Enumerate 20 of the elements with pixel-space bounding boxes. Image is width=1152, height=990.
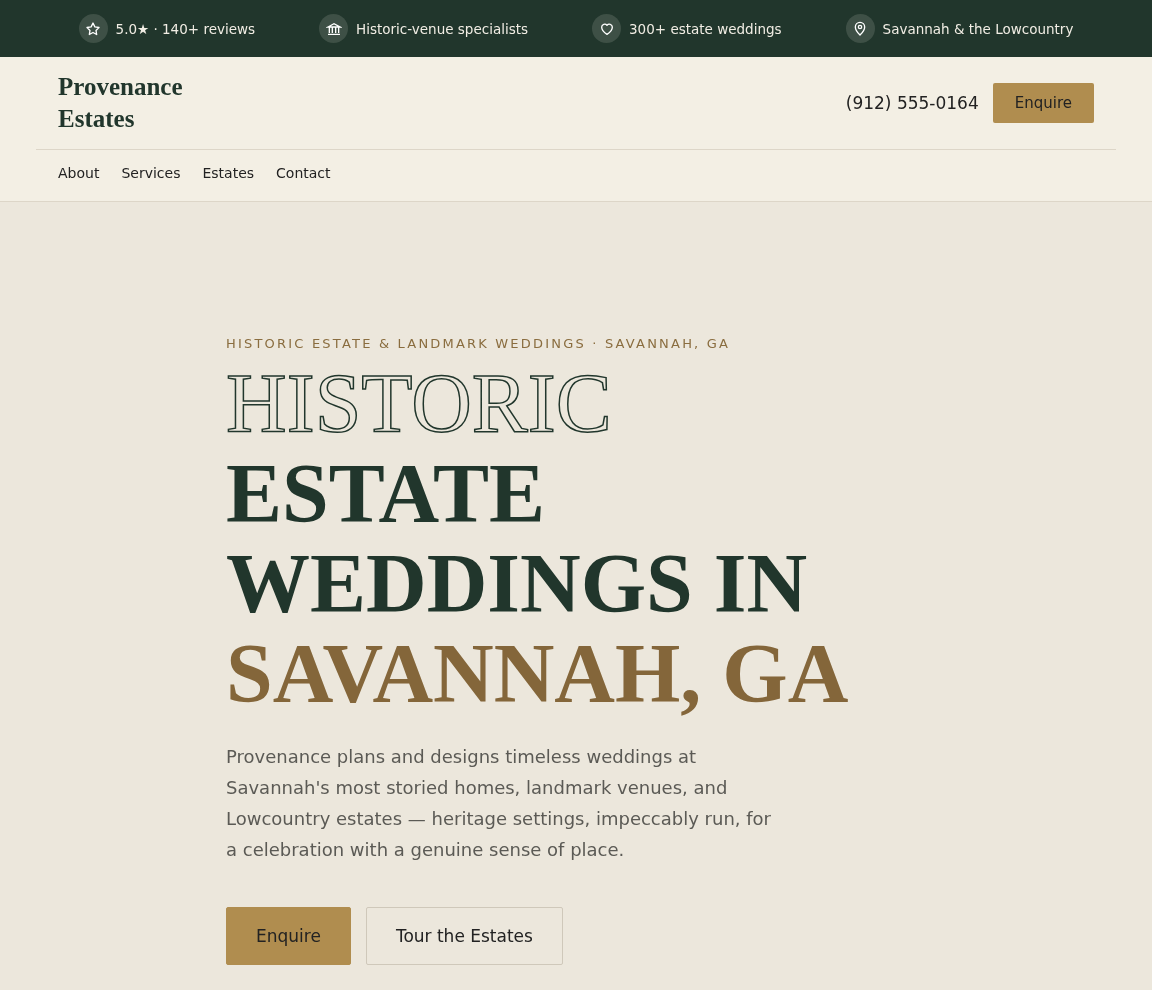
trust-text: Historic-venue specialists xyxy=(356,20,529,37)
enquire-button[interactable]: Enquire xyxy=(992,83,1094,123)
trust-text: 300+ estate weddings xyxy=(629,20,782,37)
logo[interactable]: Provenance Estates xyxy=(58,71,198,135)
enquire-button[interactable]: Enquire xyxy=(226,907,351,965)
tour-button[interactable]: Tour the Estates xyxy=(365,907,563,965)
nav-link[interactable]: Estates xyxy=(202,165,255,181)
nav-link[interactable]: About xyxy=(58,165,100,181)
columned-building-icon xyxy=(319,14,349,43)
headline-text: SAVANNAH, GA xyxy=(226,629,850,719)
trust-text: 5.0★ · 140+ reviews xyxy=(115,20,256,37)
headline-text: HISTORIC xyxy=(226,359,613,449)
trust-text: Savannah & the Lowcountry xyxy=(882,20,1074,37)
eyebrow-text: HISTORIC ESTATE & LANDMARK WEDDINGS · SAVANNAH, GA xyxy=(226,336,732,351)
nav-link[interactable]: Services xyxy=(121,165,181,181)
headline-text: ESTATE WEDDINGS IN xyxy=(226,449,809,629)
phone-link[interactable]: (912) 555-0164 xyxy=(845,93,979,113)
location-pin-icon xyxy=(845,14,875,43)
nav-link[interactable]: Contact xyxy=(276,165,331,181)
hero-description: Provenance plans and designs timeless weddings at Savannah's most storied homes, landmark venues, and Lowcountry estates — heritage settings, impeccably run, for a celebration with a genuine sense of place. xyxy=(226,745,772,862)
